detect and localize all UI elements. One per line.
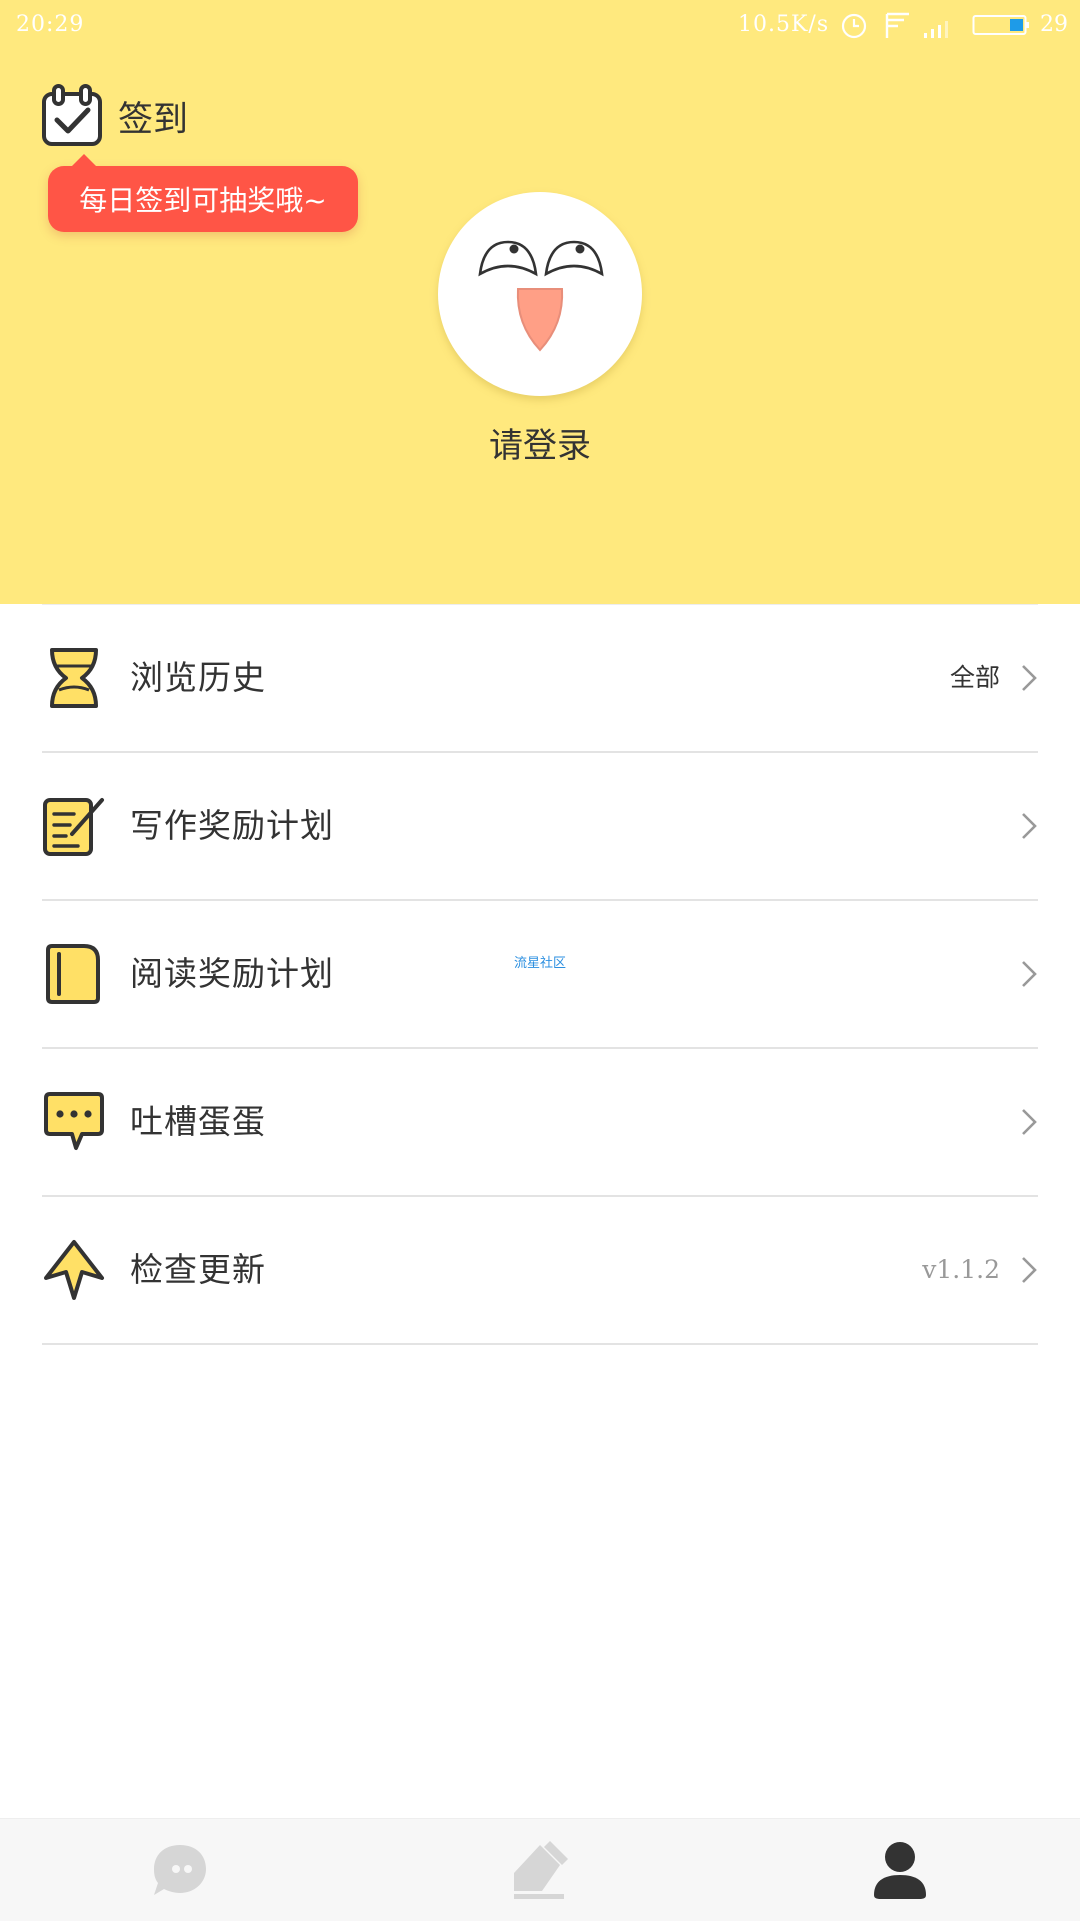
menu-item-value: 全部: [949, 663, 1000, 692]
menu-item-label: 阅读奖励计划: [130, 954, 334, 993]
menu-item-writing-reward[interactable]: 写作奖励计划: [42, 753, 1038, 901]
status-bar: 20:29 10.5K/s 29: [0, 0, 1080, 52]
avatar[interactable]: [438, 192, 642, 396]
tab-write[interactable]: [508, 1839, 572, 1901]
menu-item-reading-reward[interactable]: 阅读奖励计划: [42, 901, 1038, 1049]
calendar-check-icon: [42, 84, 102, 146]
checkin-tooltip: 每日签到可抽奖哦~: [48, 154, 358, 232]
alarm-clock-icon: [841, 13, 867, 39]
login-prompt[interactable]: 请登录: [0, 418, 1080, 467]
smiling-face-avatar-icon: [478, 240, 604, 352]
chevron-right-icon: [1022, 1109, 1037, 1135]
chevron-right-icon: [1022, 961, 1037, 987]
tab-messages[interactable]: [148, 1839, 212, 1901]
profile-header: 20:29 10.5K/s 29 签到 每日签到可抽奖哦~ 请登录: [0, 0, 1080, 604]
status-time: 20:29: [16, 12, 85, 37]
menu-item-feedback[interactable]: 吐槽蛋蛋: [42, 1049, 1038, 1197]
notepad-pen-icon: [43, 798, 104, 856]
profile-person-icon: [874, 1842, 926, 1899]
speech-bubble-icon: [44, 1092, 104, 1150]
checkin-button[interactable]: 签到: [40, 84, 188, 148]
chevron-right-icon: [1022, 1257, 1037, 1283]
checkin-label: 签到: [118, 99, 189, 140]
tooltip-text: 每日签到可抽奖哦~: [79, 184, 327, 217]
menu-item-label: 检查更新: [130, 1250, 266, 1289]
menu-item-check-update[interactable]: 检查更新 v1.1.2: [42, 1197, 1038, 1345]
battery-level: 29: [1040, 12, 1068, 37]
menu-item-label: 写作奖励计划: [130, 806, 334, 845]
menu-item-label: 吐槽蛋蛋: [130, 1102, 266, 1141]
chevron-right-icon: [1022, 665, 1037, 691]
hourglass-icon: [50, 648, 98, 708]
book-icon: [46, 944, 100, 1004]
write-edit-icon: [514, 1841, 568, 1899]
watermark-text: 流星社区: [514, 956, 567, 971]
bottom-nav: [0, 1818, 1080, 1921]
arrow-up-icon: [44, 1240, 104, 1300]
chat-bubble-icon: [154, 1845, 206, 1895]
app-version: v1.1.2: [922, 1255, 1000, 1284]
settings-menu: 浏览历史 全部 写作奖励计划 阅读奖励计划 吐槽蛋蛋 检查更新 v1.1.2: [0, 604, 1080, 1345]
wifi-signal-icon: [885, 12, 909, 38]
menu-item-browse-history[interactable]: 浏览历史 全部: [42, 604, 1038, 753]
menu-item-label: 浏览历史: [130, 658, 266, 697]
battery-icon: [972, 15, 1029, 35]
tab-profile[interactable]: [868, 1839, 932, 1901]
chevron-right-icon: [1022, 813, 1037, 839]
cell-signal-icon: [924, 21, 948, 38]
network-speed: 10.5K/s: [738, 12, 830, 37]
